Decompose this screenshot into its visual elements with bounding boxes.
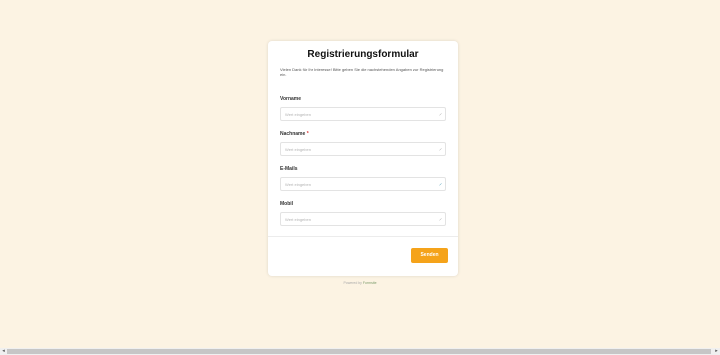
first-name-input[interactable]: Wert eingeben ⸝ (280, 107, 446, 121)
form-title: Registrierungsformular (307, 49, 419, 60)
required-marker: * (306, 131, 309, 137)
magic-wand-icon[interactable]: ⸝ (439, 146, 442, 153)
last-name-label: Nachname * (280, 131, 309, 137)
mobile-label-text: Mobil (280, 201, 294, 207)
horizontal-scrollbar[interactable]: ◂ ▸ (0, 348, 720, 355)
powered-by-footer: Powered by Formsite (0, 281, 720, 285)
email-input[interactable]: Wert eingeben ⸝ (280, 177, 446, 191)
scroll-right-arrow-icon[interactable]: ▸ (713, 348, 720, 355)
last-name-placeholder: Wert eingeben (285, 147, 311, 152)
mobile-input[interactable]: Wert eingeben ⸝ (280, 212, 446, 226)
submit-button[interactable]: Senden (411, 248, 448, 263)
magic-wand-icon[interactable]: ⸝ (439, 216, 442, 223)
first-name-placeholder: Wert eingeben (285, 112, 311, 117)
last-name-input[interactable]: Wert eingeben ⸝ (280, 142, 446, 156)
scrollbar-thumb[interactable] (7, 349, 711, 354)
email-label-text: E-Mails (280, 166, 298, 172)
mobile-label: Mobil (280, 201, 293, 207)
powered-by-brand-link[interactable]: Formsite (363, 281, 377, 285)
scroll-left-arrow-icon[interactable]: ◂ (0, 348, 7, 355)
first-name-label: Vorname (280, 96, 301, 102)
email-label: E-Mails (280, 166, 298, 172)
first-name-label-text: Vorname (280, 96, 302, 102)
last-name-label-text: Nachname (280, 131, 306, 137)
email-placeholder: Wert eingeben (285, 182, 311, 187)
mobile-placeholder: Wert eingeben (285, 217, 311, 222)
powered-by-text: Powered by (343, 281, 362, 285)
form-divider (268, 236, 458, 237)
registration-form-card: Registrierungsformular Vielen Dank für I… (268, 41, 458, 276)
form-intro-text: Vielen Dank für Ihr Interesse! Bitte geb… (280, 67, 444, 77)
magic-wand-icon[interactable]: ⸝ (439, 181, 442, 188)
magic-wand-icon[interactable]: ⸝ (439, 111, 442, 118)
